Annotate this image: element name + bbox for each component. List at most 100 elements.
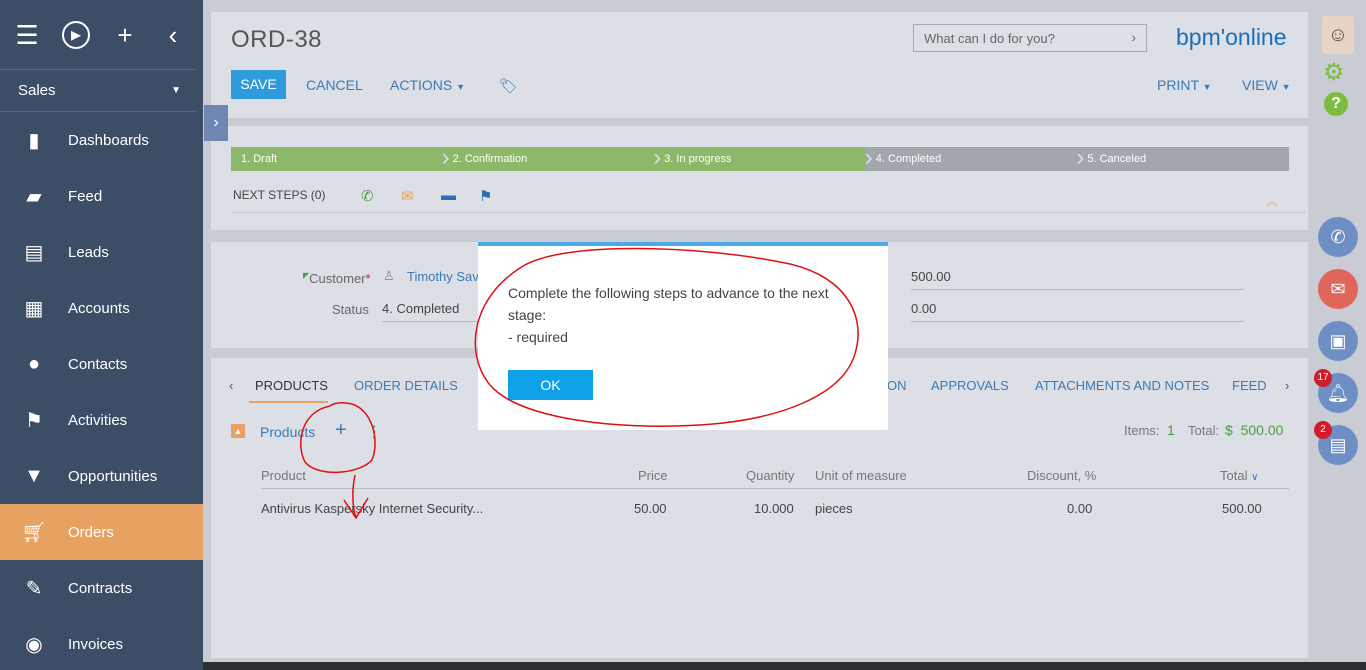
stage-completed[interactable]: 4. Completed ›	[865, 146, 1084, 171]
expand-panel-button[interactable]: ›	[204, 105, 228, 141]
sidebar-item-label: Contacts	[68, 355, 128, 373]
sort-down-icon: ∨	[1251, 472, 1259, 483]
sidebar-item-contracts[interactable]: ✎ Contracts	[0, 560, 203, 616]
view-button[interactable]: VIEW ▼	[1242, 77, 1291, 93]
sidebar-item-dashboards[interactable]: ▮ Dashboards	[0, 112, 203, 168]
stage-draft[interactable]: 1. Draft ›	[231, 146, 450, 171]
stage-validation-dialog: Complete the following steps to advance …	[478, 242, 888, 430]
phone-icon[interactable]: ✆	[1318, 217, 1358, 257]
dialog-message-line: stage:	[508, 307, 547, 323]
cell-price: 50.00	[634, 501, 667, 516]
stage-separator-icon: ›	[653, 144, 662, 171]
sidebar-item-activities[interactable]: ⚑ Activities	[0, 392, 203, 448]
sidebar-item-invoices[interactable]: ◉ Invoices	[0, 616, 203, 670]
stage-confirmation[interactable]: 2. Confirmation ›	[442, 146, 661, 171]
cancel-button[interactable]: CANCEL	[306, 77, 363, 93]
chevron-right-icon[interactable]: ›	[1131, 29, 1136, 45]
amount-value[interactable]: 500.00	[911, 269, 951, 284]
chevron-left-icon[interactable]: ‹	[160, 22, 186, 48]
next-steps-label[interactable]: NEXT STEPS (0)	[233, 188, 325, 202]
save-button[interactable]: SAVE	[231, 70, 286, 99]
active-tab-indicator	[249, 401, 328, 403]
stage-label: 5. Canceled	[1087, 153, 1147, 165]
tag-icon[interactable]: 🏷︎	[499, 77, 518, 95]
sidebar-item-feed[interactable]: ▰ Feed	[0, 168, 203, 224]
chevron-up-icon[interactable]: ︿	[1266, 192, 1278, 209]
status-value[interactable]: 4. Completed	[382, 301, 459, 316]
sidebar-item-opportunities[interactable]: ▼ Opportunities	[0, 448, 203, 504]
plus-icon[interactable]: +	[112, 22, 138, 48]
stage-label: 1. Draft	[241, 153, 278, 165]
print-button[interactable]: PRINT ▼	[1157, 77, 1212, 93]
divider	[382, 321, 482, 322]
workspace-selector[interactable]: Sales ▼	[0, 70, 197, 112]
tab-partial[interactable]: ON	[887, 378, 907, 393]
contacts-icon: ●	[27, 352, 41, 375]
stage-canceled[interactable]: 5. Canceled	[1077, 147, 1289, 171]
play-icon[interactable]: ▸	[62, 20, 90, 49]
ok-button[interactable]: OK	[508, 370, 593, 400]
command-search-input[interactable]: What can I do for you? ›	[913, 24, 1147, 52]
user-avatar[interactable]: ☺	[1322, 16, 1354, 54]
sidebar-item-contacts[interactable]: ● Contacts	[0, 336, 203, 392]
divider	[911, 289, 1244, 290]
customer-label-text: Customer	[309, 271, 366, 286]
chevron-left-icon[interactable]: ‹	[229, 378, 233, 393]
sidebar-item-leads[interactable]: ▤ Leads	[0, 224, 203, 280]
gear-icon[interactable]: ⚙	[1323, 58, 1345, 87]
chevron-down-icon: ▼	[171, 85, 181, 96]
total-label: Total:	[1188, 423, 1220, 438]
tab-approvals[interactable]: APPROVALS	[931, 378, 1009, 393]
phone-call-icon[interactable]: ✆	[361, 187, 374, 205]
chevron-right-icon[interactable]: ›	[1285, 378, 1289, 393]
add-product-button[interactable]: +	[335, 419, 347, 442]
feed-icon: ▰	[26, 185, 42, 208]
menu-icon[interactable]: ☰	[14, 22, 40, 48]
email-icon[interactable]: ✉	[1318, 269, 1358, 309]
workspace-label: Sales	[18, 82, 56, 99]
brand-logo: bpm'online	[1176, 24, 1287, 50]
flag-icon[interactable]: ⚑	[479, 187, 492, 205]
more-options-icon[interactable]: ⋮	[366, 422, 382, 442]
column-header-product[interactable]: Product	[261, 468, 306, 483]
cell-total: 500.00	[1222, 501, 1262, 516]
right-communication-panel: ☺ ⚙ ? ✆ ✉ ▣ 🔔︎ 17 ▤ 2	[1314, 0, 1366, 670]
tab-attachments-and-notes[interactable]: ATTACHMENTS AND NOTES	[1035, 378, 1209, 393]
cell-discount: 0.00	[1067, 501, 1093, 516]
status-label: Status	[332, 302, 369, 317]
orders-icon: 🛒︎	[21, 521, 47, 544]
items-count: 1	[1167, 422, 1175, 438]
stage-label: 2. Confirmation	[452, 153, 528, 165]
tab-order-details[interactable]: ORDER DETAILS	[354, 378, 458, 393]
tab-products[interactable]: PRODUCTS	[255, 378, 328, 393]
sidebar-item-label: Contracts	[68, 579, 133, 597]
stage-in-progress[interactable]: 3. In progress ›	[654, 146, 873, 171]
process-badge: 2	[1314, 421, 1332, 439]
cell-product: Antivirus Kaspersky Internet Security...	[261, 501, 484, 516]
accounts-icon: ▦	[24, 297, 44, 320]
column-header-unit[interactable]: Unit of measure	[815, 468, 907, 483]
column-header-total[interactable]: Total ∨	[1220, 468, 1258, 483]
actions-button[interactable]: ACTIONS ▼	[390, 77, 465, 93]
stage-separator-icon: ›	[1076, 144, 1085, 171]
customer-value[interactable]: Timothy Sav	[407, 269, 479, 284]
dialog-message: Complete the following steps to advance …	[508, 282, 868, 348]
column-header-quantity[interactable]: Quantity	[746, 468, 794, 483]
chat-icon[interactable]: ▣	[1318, 321, 1358, 361]
email-icon[interactable]: ✉	[401, 187, 414, 205]
column-header-price[interactable]: Price	[638, 468, 668, 483]
view-label: VIEW	[1242, 77, 1278, 93]
cell-unit: pieces	[815, 501, 853, 516]
help-icon[interactable]: ?	[1324, 92, 1348, 116]
sidebar-item-label: Opportunities	[68, 467, 158, 485]
invoices-icon: ◉	[25, 633, 43, 656]
column-header-discount[interactable]: Discount, %	[1027, 468, 1096, 483]
tab-feed[interactable]: FEED	[1232, 378, 1267, 393]
sidebar-item-label: Activities	[68, 411, 128, 429]
sidebar-item-accounts[interactable]: ▦ Accounts	[0, 280, 203, 336]
payment-value[interactable]: 0.00	[911, 301, 936, 316]
sidebar-item-orders[interactable]: 🛒︎ Orders	[0, 504, 203, 560]
chat-icon[interactable]: ▬	[441, 187, 456, 204]
collapse-toggle-icon[interactable]: ▲	[231, 424, 245, 438]
divider	[911, 321, 1244, 322]
